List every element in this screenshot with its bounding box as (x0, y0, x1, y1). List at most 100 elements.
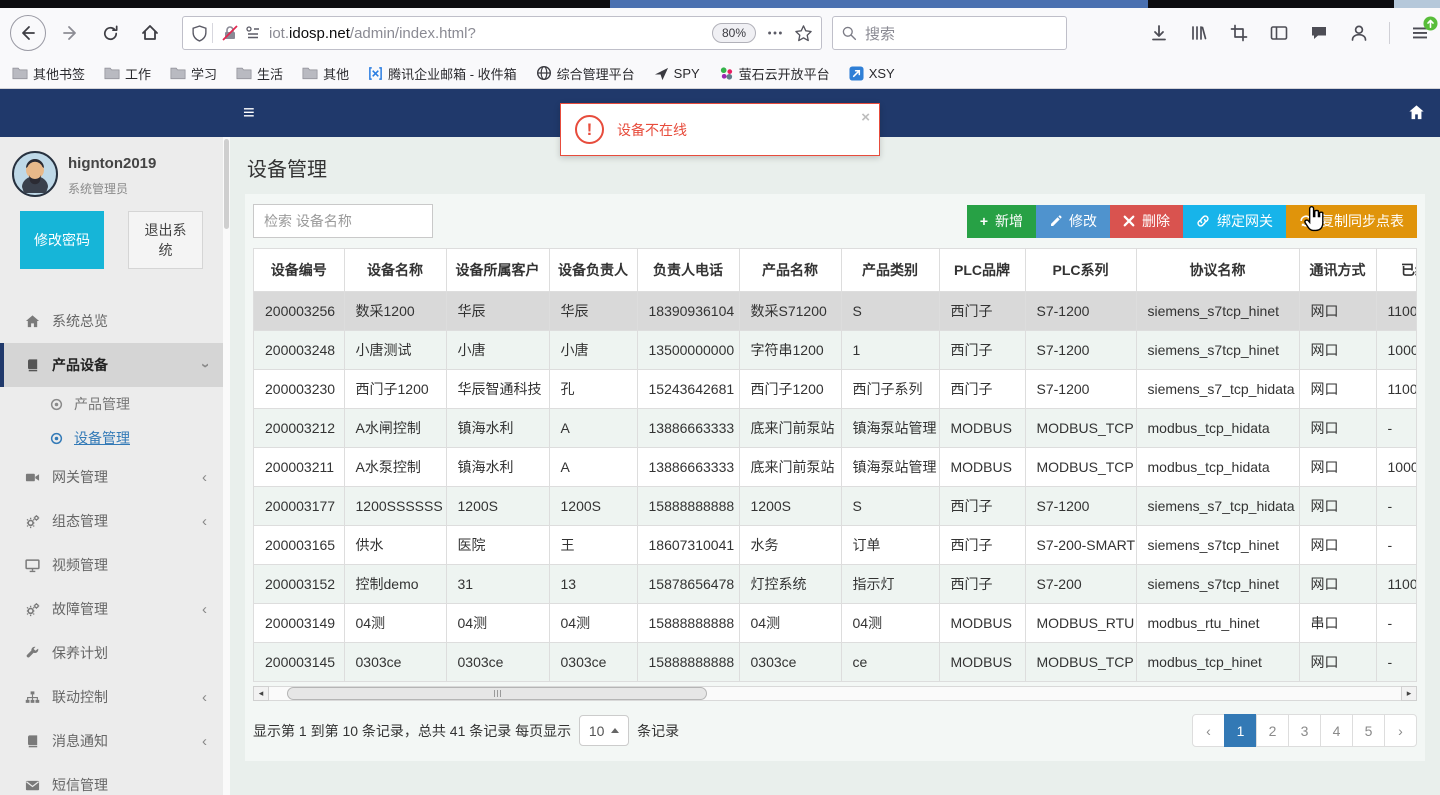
sidebar-item-product-device[interactable]: 产品设备 ‹ (0, 343, 223, 387)
cell-bound-gateway[interactable]: - (1376, 642, 1416, 682)
edit-button[interactable]: 修改 (1036, 204, 1110, 238)
cell-customer[interactable]: 04测 (446, 603, 550, 643)
downloads-icon[interactable] (1149, 23, 1169, 43)
bookmark-folder-other[interactable]: 其他书签 (12, 64, 85, 83)
pagination-page-4[interactable]: 4 (1320, 714, 1353, 747)
cell-device-id[interactable]: 200003145 (254, 642, 345, 682)
cell-owner[interactable]: 小唐 (549, 330, 638, 370)
delete-button[interactable]: 删除 (1110, 204, 1183, 238)
col-device-id[interactable]: 设备编号 (254, 249, 345, 292)
cell-owner[interactable]: 王 (549, 525, 638, 565)
cell-device-name[interactable]: 供水 (344, 525, 447, 565)
cell-owner[interactable]: A (549, 408, 638, 448)
logout-button[interactable]: 退出系统 (128, 211, 203, 269)
alert-close-icon[interactable]: × (861, 109, 870, 126)
cell-product-name[interactable]: 0303ce (739, 642, 842, 682)
cell-customer[interactable]: 华辰 (446, 291, 550, 331)
cell-device-name[interactable]: 1200SSSSSS (344, 486, 447, 526)
cell-owner[interactable]: 13 (549, 564, 638, 604)
cell-protocol[interactable]: siemens_s7tcp_hinet (1136, 525, 1300, 565)
cell-plc-series[interactable]: S7-200 (1025, 564, 1137, 604)
tracking-shield-icon[interactable] (191, 24, 208, 42)
cell-product-name[interactable]: 底来门前泵站 (739, 408, 842, 448)
cell-product-category[interactable]: 镇海泵站管理 (841, 447, 940, 487)
sidebar-scrollbar[interactable] (223, 137, 230, 795)
cell-customer[interactable]: 小唐 (446, 330, 550, 370)
cell-product-name[interactable]: 04测 (739, 603, 842, 643)
cell-phone[interactable]: 15888888888 (637, 642, 740, 682)
bookmark-folder-study[interactable]: 学习 (170, 64, 217, 83)
cell-plc-series[interactable]: S7-1200 (1025, 486, 1137, 526)
cell-plc-brand[interactable]: 西门子 (939, 564, 1026, 604)
sidebars-icon[interactable] (1269, 23, 1289, 43)
cell-comm-mode[interactable]: 网口 (1299, 447, 1377, 487)
cell-device-id[interactable]: 200003152 (254, 564, 345, 604)
pagination-prev[interactable]: ‹ (1192, 714, 1225, 747)
cell-product-name[interactable]: 1200S (739, 486, 842, 526)
cell-plc-series[interactable]: MODBUS_TCP (1025, 408, 1137, 448)
table-row[interactable]: 200003145 0303ce 0303ce 0303ce 158888888… (254, 642, 1416, 682)
cell-plc-brand[interactable]: MODBUS (939, 642, 1026, 682)
cell-plc-brand[interactable]: 西门子 (939, 291, 1026, 331)
cell-protocol[interactable]: siemens_s7tcp_hinet (1136, 291, 1300, 331)
col-plc-series[interactable]: PLC系列 (1025, 249, 1137, 292)
page-size-dropdown[interactable]: 10 (579, 715, 630, 746)
cell-protocol[interactable]: siemens_s7_tcp_hidata (1136, 369, 1300, 409)
cell-phone[interactable]: 13886663333 (637, 447, 740, 487)
table-row[interactable]: 200003177 1200SSSSSS 1200S 1200S 1588888… (254, 486, 1416, 526)
sidebar-toggle-icon[interactable]: ≡ (243, 101, 255, 125)
bookmark-tencent-mail[interactable]: 腾讯企业邮箱 - 收件箱 (368, 64, 517, 83)
cell-phone[interactable]: 13500000000 (637, 330, 740, 370)
bookmark-folder-life[interactable]: 生活 (236, 64, 283, 83)
cell-bound-gateway[interactable]: - (1376, 408, 1416, 448)
cell-comm-mode[interactable]: 网口 (1299, 408, 1377, 448)
cell-plc-series[interactable]: S7-200-SMART (1025, 525, 1137, 565)
zoom-level-badge[interactable]: 80% (711, 23, 756, 43)
bookmark-spy[interactable]: SPY (654, 66, 700, 81)
pocket-chat-icon[interactable] (1309, 23, 1329, 43)
cell-device-id[interactable]: 200003256 (254, 291, 345, 331)
table-row[interactable]: 200003230 西门子1200 华辰智通科技 孔 15243642681 西… (254, 369, 1416, 409)
cell-protocol[interactable]: siemens_s7tcp_hinet (1136, 564, 1300, 604)
sidebar-item-video[interactable]: 视频管理 (0, 543, 223, 587)
cell-protocol[interactable]: modbus_tcp_hidata (1136, 408, 1300, 448)
cell-comm-mode[interactable]: 网口 (1299, 330, 1377, 370)
cell-product-category[interactable]: 1 (841, 330, 940, 370)
col-owner[interactable]: 设备负责人 (549, 249, 638, 292)
cell-plc-brand[interactable]: 西门子 (939, 330, 1026, 370)
cell-device-name[interactable]: 西门子1200 (344, 369, 447, 409)
cell-device-id[interactable]: 200003177 (254, 486, 345, 526)
pagination-page-1[interactable]: 1 (1224, 714, 1257, 747)
sidebar-scrollbar-thumb[interactable] (224, 139, 229, 229)
browser-search-bar[interactable]: 搜索 (832, 16, 1067, 50)
sidebar-item-overview[interactable]: 系统总览 (0, 299, 223, 343)
cell-device-id[interactable]: 200003149 (254, 603, 345, 643)
cell-owner[interactable]: A (549, 447, 638, 487)
insecure-lock-icon[interactable] (221, 24, 239, 42)
reload-button[interactable] (94, 17, 126, 49)
table-row[interactable]: 200003165 供水 医院 王 18607310041 水务 订单 西门子 … (254, 525, 1416, 565)
cell-product-name[interactable]: 水务 (739, 525, 842, 565)
col-product-name[interactable]: 产品名称 (739, 249, 842, 292)
cell-product-name[interactable]: 西门子1200 (739, 369, 842, 409)
sidebar-item-config[interactable]: 组态管理 ‹ (0, 499, 223, 543)
bookmark-xsy[interactable]: XSY (849, 66, 895, 81)
cell-product-category[interactable]: S (841, 291, 940, 331)
library-icon[interactable] (1189, 23, 1209, 43)
cell-plc-brand[interactable]: MODBUS (939, 603, 1026, 643)
cell-phone[interactable]: 15888888888 (637, 486, 740, 526)
cell-comm-mode[interactable]: 网口 (1299, 369, 1377, 409)
screenshot-crop-icon[interactable] (1229, 23, 1249, 43)
cell-phone[interactable]: 18607310041 (637, 525, 740, 565)
cell-plc-brand[interactable]: 西门子 (939, 525, 1026, 565)
cell-product-name[interactable]: 底来门前泵站 (739, 447, 842, 487)
cell-product-name[interactable]: 灯控系统 (739, 564, 842, 604)
cell-product-category[interactable]: S (841, 486, 940, 526)
sidebar-subitem-product-mgmt[interactable]: 产品管理 (0, 387, 223, 421)
table-row[interactable]: 200003149 04测 04测 04测 15888888888 04测 04… (254, 603, 1416, 643)
bookmark-folder-work[interactable]: 工作 (104, 64, 151, 83)
cell-product-category[interactable]: 镇海泵站管理 (841, 408, 940, 448)
cell-plc-brand[interactable]: 西门子 (939, 486, 1026, 526)
cell-device-name[interactable]: A水闸控制 (344, 408, 447, 448)
cell-owner[interactable]: 0303ce (549, 642, 638, 682)
